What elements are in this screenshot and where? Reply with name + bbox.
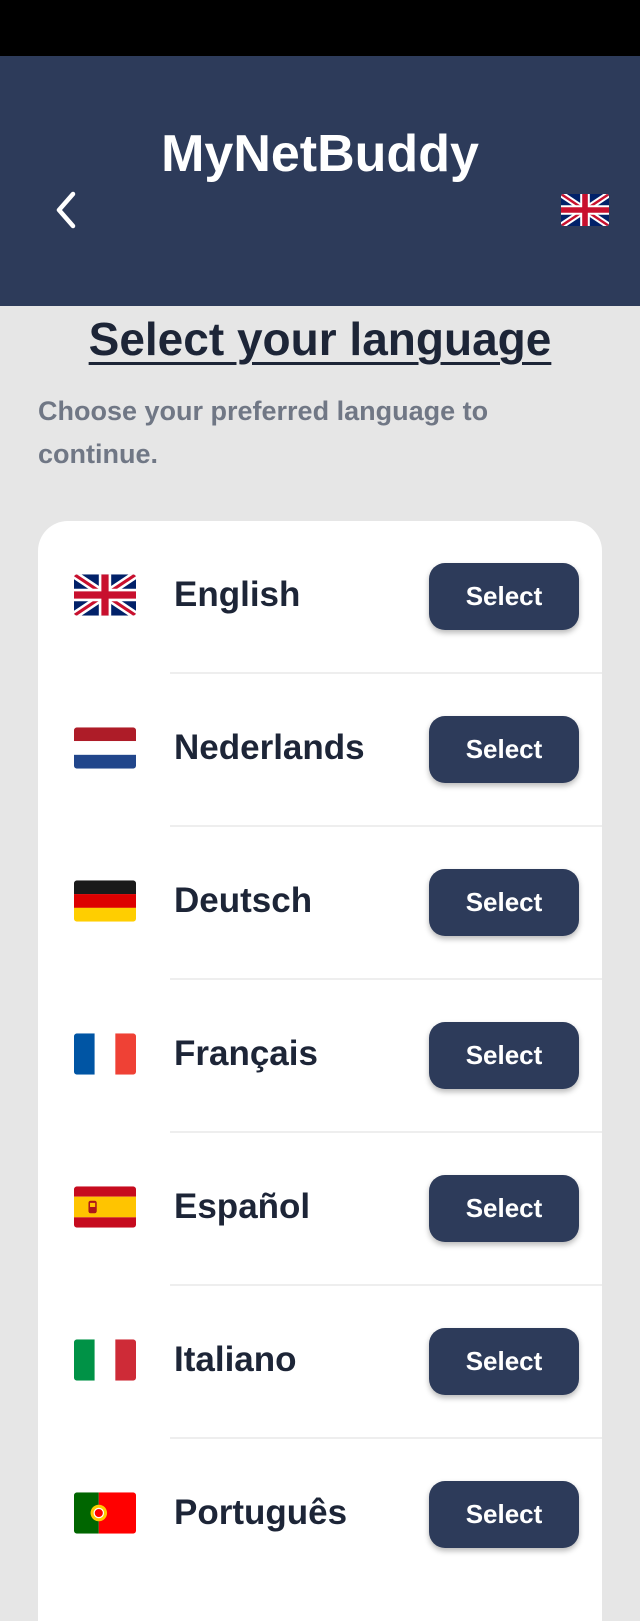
- select-deutsch-button[interactable]: Select: [429, 869, 579, 936]
- language-row-nederlands: Nederlands Select: [38, 674, 602, 827]
- france-flag-icon: [74, 1033, 136, 1075]
- uk-flag-icon: [74, 574, 136, 616]
- language-list-card: English Select Nederlands Select Deutsch…: [38, 521, 602, 1621]
- uk-flag-icon: [561, 194, 609, 226]
- language-name: Português: [174, 1493, 348, 1532]
- select-portugues-button[interactable]: Select: [429, 1481, 579, 1548]
- select-nederlands-button[interactable]: Select: [429, 716, 579, 783]
- language-row-english: English Select: [38, 521, 602, 674]
- select-italiano-button[interactable]: Select: [429, 1328, 579, 1395]
- chevron-left-icon: [56, 191, 76, 229]
- select-espanol-button[interactable]: Select: [429, 1175, 579, 1242]
- language-row-espanol: Español Select: [38, 1133, 602, 1286]
- spain-flag-icon: [74, 1186, 136, 1228]
- language-name: Español: [174, 1187, 311, 1226]
- language-row-francais: Français Select: [38, 980, 602, 1133]
- italy-flag-icon: [74, 1339, 136, 1381]
- language-name: Deutsch: [174, 881, 313, 920]
- app-title: MyNetBuddy: [161, 125, 479, 183]
- language-row-italiano: Italiano Select: [38, 1286, 602, 1439]
- select-english-button[interactable]: Select: [429, 563, 579, 630]
- netherlands-flag-icon: [74, 727, 136, 769]
- portugal-flag-icon: [74, 1492, 136, 1534]
- page-subtitle: Choose your preferred language to contin…: [38, 396, 489, 469]
- back-button[interactable]: [44, 184, 88, 236]
- page-heading: Select your language: [88, 313, 552, 365]
- language-name: Nederlands: [174, 728, 365, 767]
- language-name: English: [174, 575, 301, 614]
- language-name: Italiano: [174, 1340, 297, 1379]
- germany-flag-icon: [74, 880, 136, 922]
- language-row-deutsch: Deutsch Select: [38, 827, 602, 980]
- status-bar: [0, 0, 640, 56]
- language-row-portugues: Português Select: [38, 1439, 602, 1592]
- current-language-button[interactable]: [558, 188, 612, 232]
- select-francais-button[interactable]: Select: [429, 1022, 579, 1089]
- language-name: Français: [174, 1034, 318, 1073]
